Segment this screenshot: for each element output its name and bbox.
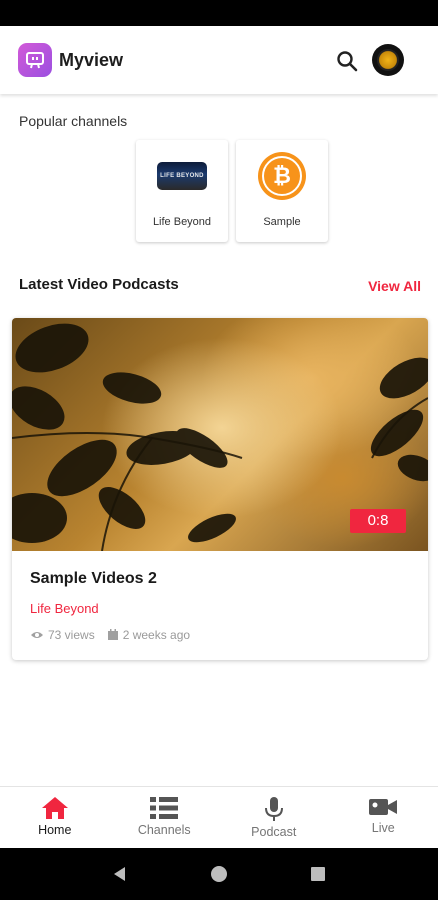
nav-live[interactable]: Live xyxy=(329,787,438,848)
app-bar: Myview xyxy=(0,26,438,94)
life-beyond-logo: LIFE BEYOND xyxy=(157,162,207,190)
video-meta: 73 views 2 weeks ago xyxy=(30,628,190,642)
bitcoin-glyph: ₿ xyxy=(262,156,302,196)
channel-name: Life Beyond xyxy=(152,216,212,228)
nav-podcast[interactable]: Podcast xyxy=(219,787,329,848)
app-title: Myview xyxy=(59,50,124,70)
popular-channels-heading: Popular channels xyxy=(19,113,128,129)
nav-home[interactable]: Home xyxy=(0,787,110,848)
avatar-image xyxy=(377,49,399,71)
channel-name: Sample xyxy=(263,216,301,228)
channel-card-life-beyond[interactable]: LIFE BEYOND Life Beyond xyxy=(136,140,228,242)
channel-thumb: LIFE BEYOND xyxy=(136,152,228,200)
view-all-link[interactable]: View All xyxy=(368,278,421,294)
nav-channels[interactable]: Channels xyxy=(110,787,220,848)
search-icon xyxy=(337,51,358,72)
calendar-icon xyxy=(107,629,119,641)
eye-icon xyxy=(30,630,44,640)
app-logo-icon xyxy=(26,52,44,69)
channel-card-sample[interactable]: ₿ Sample xyxy=(236,140,328,242)
home-icon xyxy=(41,797,68,819)
logo-text: LIFE BEYOND xyxy=(160,173,204,179)
video-card[interactable]: 0:8 Sample Videos 2 Life Beyond 73 views… xyxy=(12,318,428,660)
video-title[interactable]: Sample Videos 2 xyxy=(30,570,157,588)
bottom-navigation: Home Channels Podcast Live xyxy=(0,786,438,848)
channel-thumb: ₿ xyxy=(236,152,328,200)
profile-avatar[interactable] xyxy=(372,44,404,76)
latest-videos-heading: Latest Video Podcasts xyxy=(19,276,179,293)
system-navigation-bar xyxy=(0,848,438,900)
status-bar xyxy=(0,0,438,26)
video-thumbnail[interactable]: 0:8 xyxy=(12,318,428,551)
recents-icon[interactable] xyxy=(309,865,327,883)
posted-time: 2 weeks ago xyxy=(122,628,191,642)
view-count: 73 views xyxy=(48,628,95,642)
video-channel-link[interactable]: Life Beyond xyxy=(30,601,99,616)
microphone-icon xyxy=(264,797,283,821)
list-icon xyxy=(150,797,179,819)
video-camera-icon xyxy=(369,799,398,815)
duration-badge: 0:8 xyxy=(350,509,406,533)
nav-home-label: Home xyxy=(38,823,72,837)
nav-podcast-label: Podcast xyxy=(251,825,297,839)
search-button[interactable] xyxy=(334,48,360,74)
nav-live-label: Live xyxy=(371,821,395,835)
back-icon[interactable] xyxy=(111,865,129,883)
app-logo xyxy=(18,43,52,77)
nav-channels-label: Channels xyxy=(137,823,191,837)
home-circle-icon[interactable] xyxy=(210,865,228,883)
bitcoin-icon: ₿ xyxy=(258,152,306,200)
